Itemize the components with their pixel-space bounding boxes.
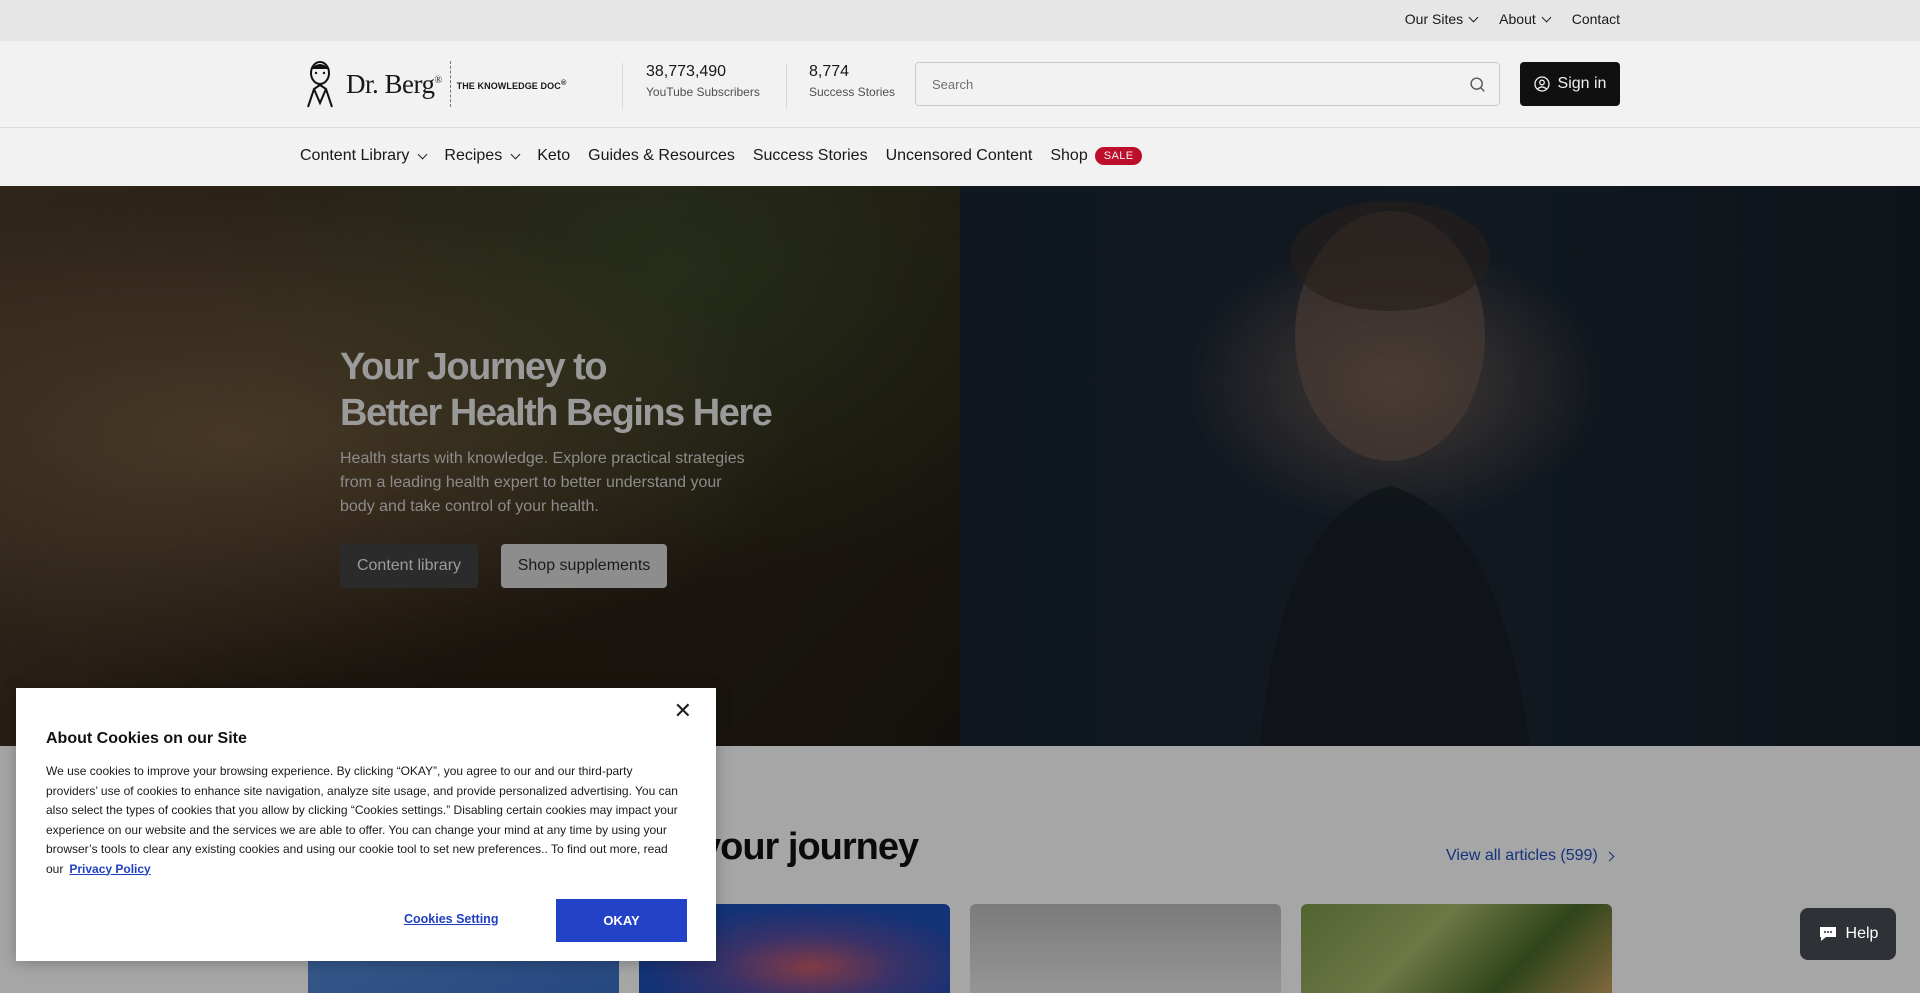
hero-title-line2: Better Health Begins Here bbox=[340, 392, 773, 434]
logo-tagline: THE KNOWLEDGE DOC® bbox=[457, 78, 567, 91]
help-label: Help bbox=[1845, 925, 1879, 942]
youtube-stat: 38,773,490 YouTube Subscribers bbox=[646, 63, 760, 99]
site-logo[interactable]: Dr. Berg® THE KNOWLEDGE DOC® bbox=[300, 59, 566, 109]
hero-dim-overlay bbox=[0, 186, 1920, 746]
nav-content-library-label: Content Library bbox=[300, 147, 410, 164]
chevron-down-icon bbox=[1468, 12, 1479, 22]
cookies-setting-button[interactable]: Cookies Setting bbox=[404, 912, 498, 926]
hero-section: Your Journey to Better Health Begins Here… bbox=[0, 186, 1920, 746]
about-link[interactable]: About bbox=[1499, 11, 1552, 27]
contact-link[interactable]: Contact bbox=[1572, 11, 1620, 27]
main-nav-items: Content Library Recipes Keto Guides & Re… bbox=[300, 147, 1160, 165]
nav-shop-label: Shop bbox=[1050, 147, 1088, 164]
nav-uncensored-content[interactable]: Uncensored Content bbox=[886, 147, 1033, 165]
success-stories-count: 8,774 bbox=[809, 63, 850, 80]
hero-description: Health starts with knowledge. Explore pr… bbox=[340, 450, 745, 515]
youtube-subscribers-label: YouTube Subscribers bbox=[646, 85, 760, 99]
our-sites-link[interactable]: Our Sites bbox=[1404, 11, 1479, 27]
chevron-down-icon bbox=[510, 149, 521, 159]
cookie-banner-title: About Cookies on our Site bbox=[46, 730, 247, 747]
user-circle-icon bbox=[1533, 76, 1550, 92]
cookie-banner-text: We use cookies to improve your browsing … bbox=[46, 762, 686, 879]
header-divider bbox=[622, 63, 623, 109]
logo-divider bbox=[449, 61, 451, 107]
search-input[interactable] bbox=[916, 63, 1436, 105]
nav-shop[interactable]: Shop SALE bbox=[1050, 147, 1143, 165]
success-stat: 8,774 Success Stories bbox=[809, 63, 895, 99]
okay-button[interactable]: OKAY bbox=[556, 899, 687, 942]
help-button[interactable]: Help bbox=[1800, 908, 1896, 960]
nav-keto[interactable]: Keto bbox=[537, 147, 570, 165]
logo-reg-mark: ® bbox=[434, 74, 443, 86]
utility-links: Our Sites About Contact bbox=[1405, 11, 1620, 27]
privacy-policy-link[interactable]: Privacy Policy bbox=[69, 862, 150, 876]
nav-success-stories[interactable]: Success Stories bbox=[753, 147, 868, 165]
search-icon[interactable] bbox=[1469, 76, 1486, 93]
sign-in-button[interactable]: Sign in bbox=[1520, 62, 1620, 106]
search-box bbox=[915, 62, 1500, 106]
our-sites-label: Our Sites bbox=[1404, 11, 1464, 27]
logo-brand: Dr. Berg® bbox=[346, 69, 442, 100]
sign-in-label: Sign in bbox=[1557, 75, 1607, 92]
close-icon[interactable]: ✕ bbox=[674, 700, 692, 722]
dr-berg-portrait-icon bbox=[307, 61, 333, 108]
main-nav: Content Library Recipes Keto Guides & Re… bbox=[0, 128, 1920, 186]
logo-brand-text: Dr. Berg bbox=[346, 68, 435, 99]
utility-bar: Our Sites About Contact bbox=[0, 0, 1920, 41]
header-divider bbox=[786, 63, 787, 109]
logo-tagline-text: THE KNOWLEDGE DOC bbox=[456, 80, 561, 91]
sale-badge: SALE bbox=[1094, 147, 1143, 165]
chevron-down-icon bbox=[1541, 12, 1552, 22]
youtube-subscribers-count: 38,773,490 bbox=[646, 63, 727, 80]
cookie-banner: ✕ About Cookies on our Site We use cooki… bbox=[16, 688, 716, 961]
nav-recipes-label: Recipes bbox=[444, 147, 503, 164]
nav-recipes[interactable]: Recipes bbox=[444, 147, 521, 165]
chevron-down-icon bbox=[417, 149, 428, 159]
content-library-button[interactable]: Content library bbox=[340, 544, 478, 588]
shop-supplements-button[interactable]: Shop supplements bbox=[501, 544, 667, 588]
about-label: About bbox=[1499, 11, 1536, 27]
hero-title: Your Journey to Better Health Begins Here bbox=[340, 344, 860, 436]
cookie-banner-body: We use cookies to improve your browsing … bbox=[46, 764, 678, 876]
nav-guides-resources[interactable]: Guides & Resources bbox=[588, 147, 735, 165]
hero-title-line1: Your Journey to bbox=[340, 346, 608, 388]
success-stories-label: Success Stories bbox=[809, 85, 896, 99]
logo-tagline-reg: ® bbox=[560, 77, 567, 87]
nav-content-library[interactable]: Content Library bbox=[300, 147, 428, 165]
site-header: Dr. Berg® THE KNOWLEDGE DOC® 38,773,490 … bbox=[0, 41, 1920, 128]
chat-icon bbox=[1819, 927, 1836, 941]
